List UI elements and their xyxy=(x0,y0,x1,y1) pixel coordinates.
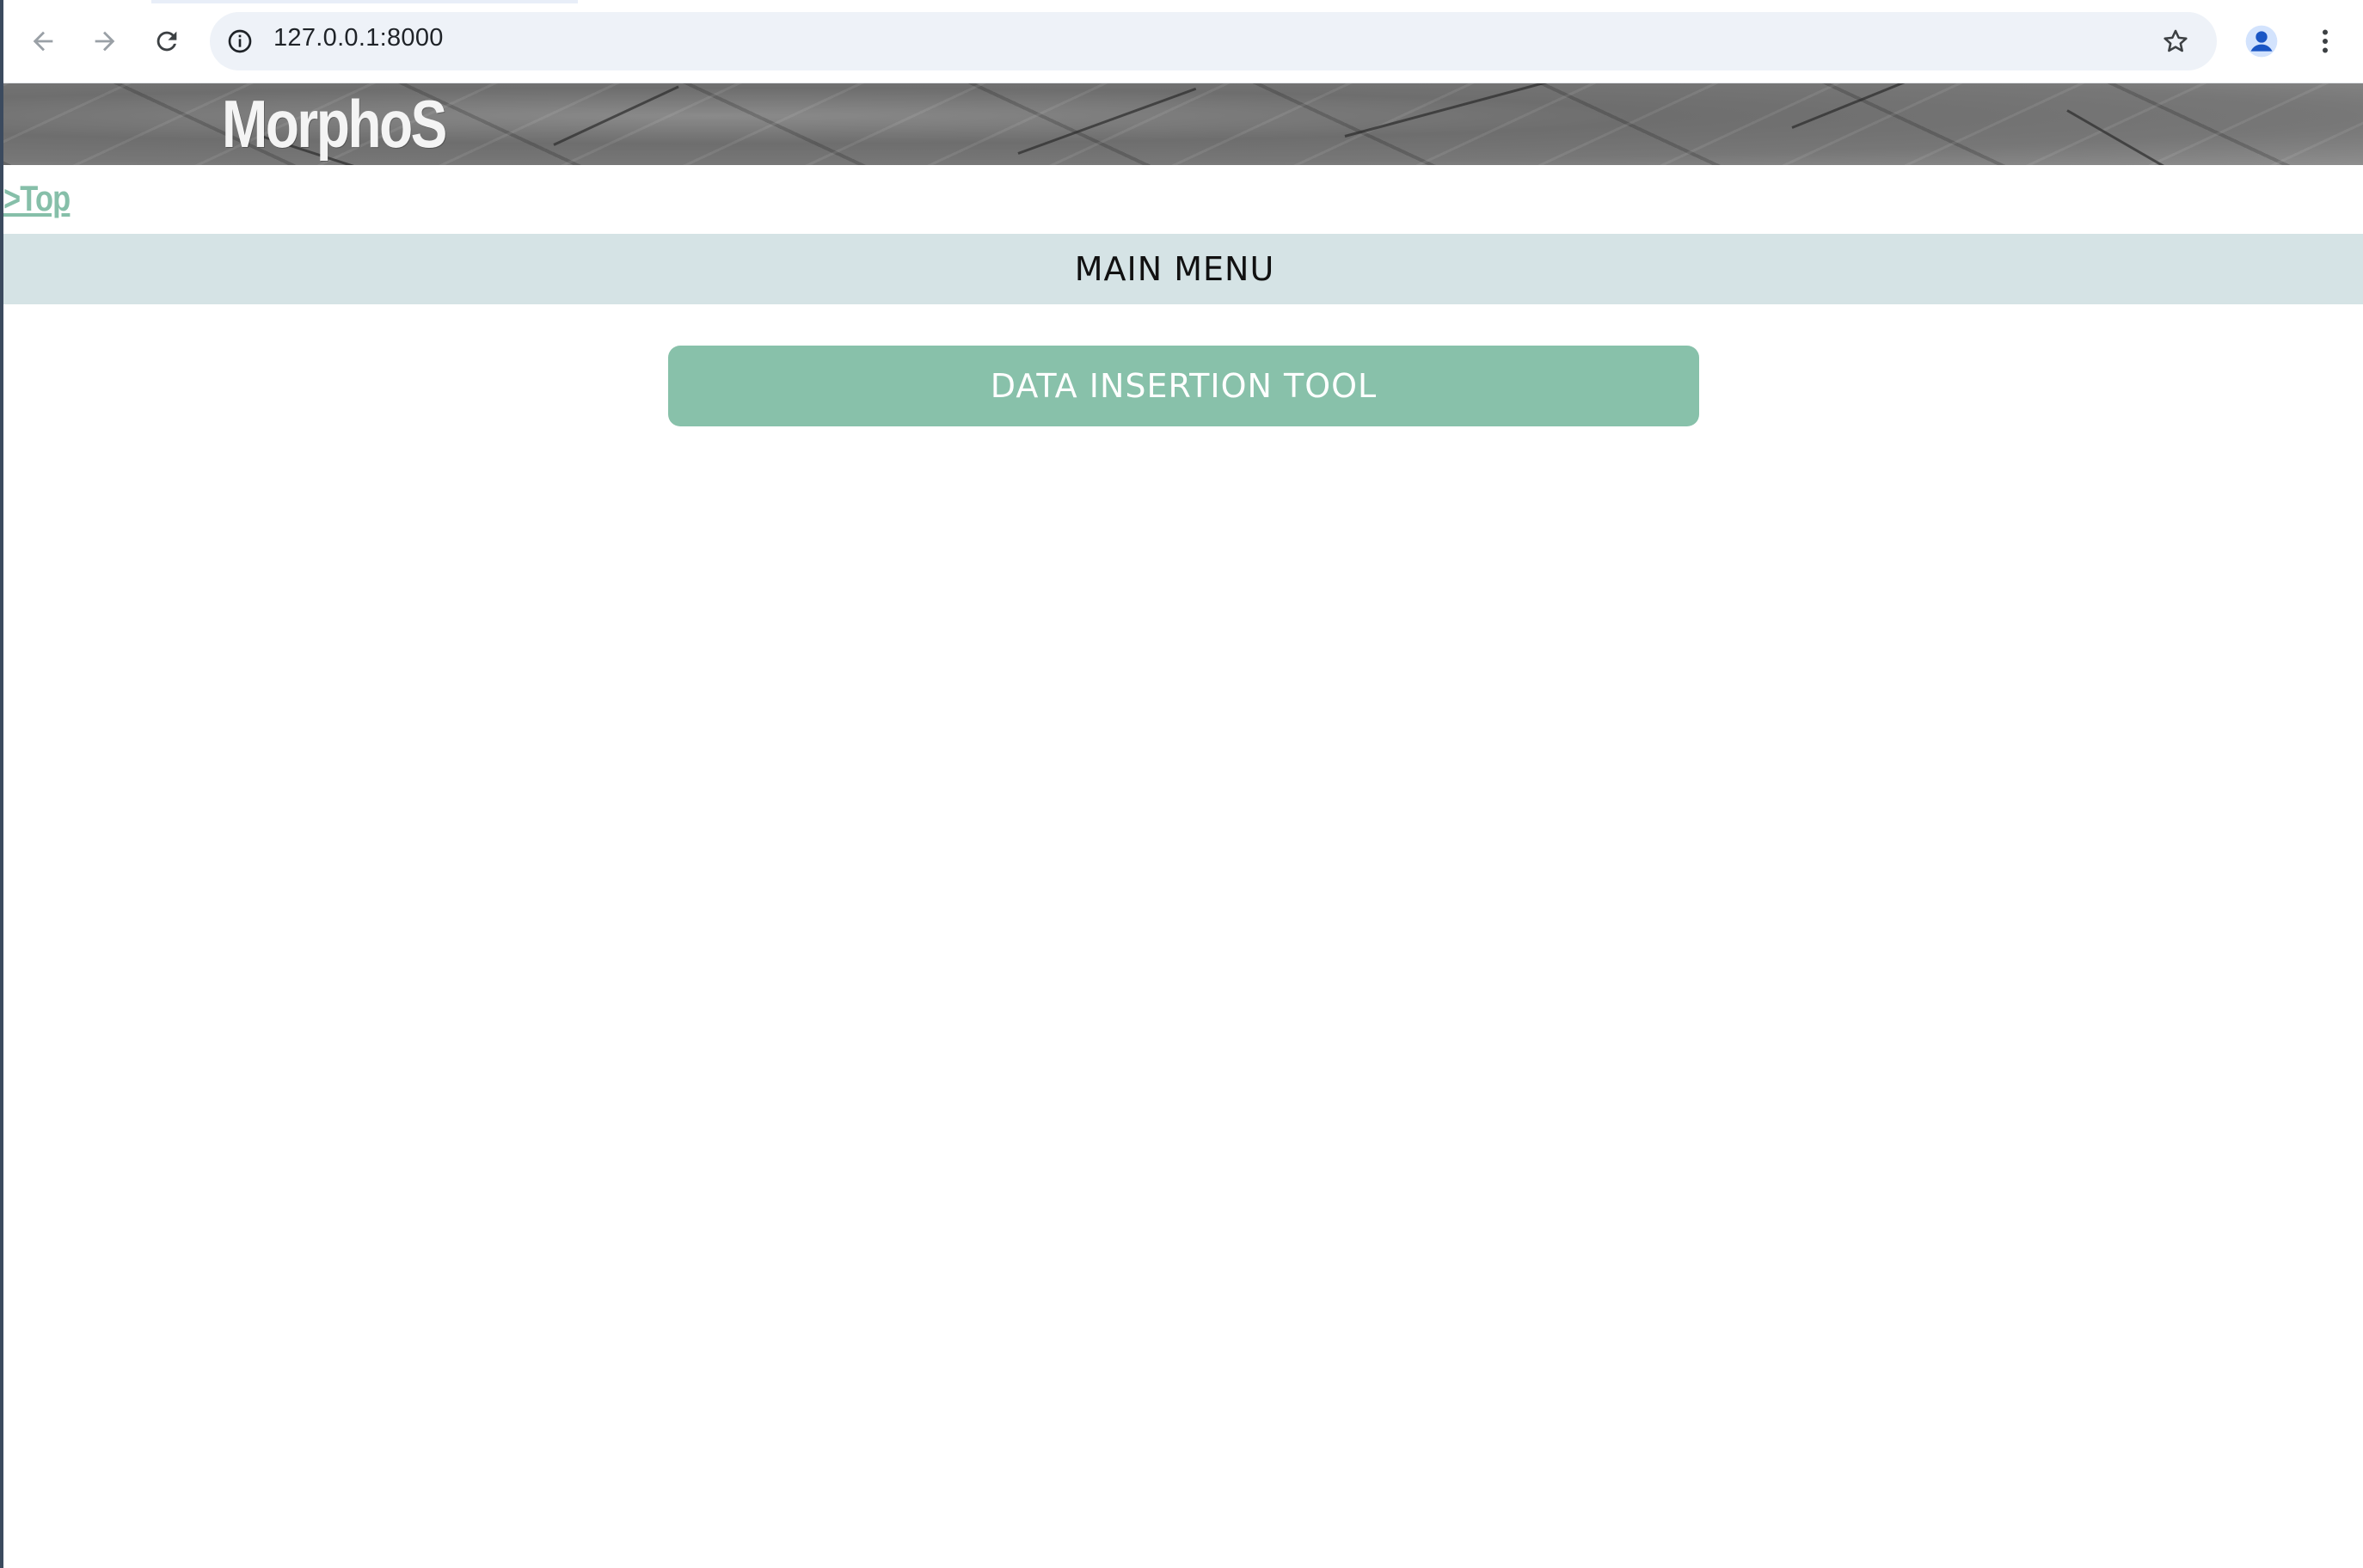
url-text[interactable]: 127.0.0.1:8000 xyxy=(273,24,444,52)
data-insertion-tool-label: DATA INSERTION TOOL xyxy=(990,367,1378,405)
kebab-menu-icon xyxy=(2323,29,2328,53)
reload-button[interactable] xyxy=(143,17,191,65)
site-logo[interactable]: MorphoS xyxy=(222,85,447,162)
reload-icon xyxy=(157,31,177,52)
arrow-left-icon xyxy=(33,31,53,52)
browser-window: 127.0.0.1:8000 MorphoS >Top MAIN MENU DA… xyxy=(3,0,2363,1568)
page-content: MorphoS >Top MAIN MENU DATA INSERTION TO… xyxy=(3,83,2363,1568)
top-link[interactable]: >Top xyxy=(3,178,71,219)
star-icon[interactable] xyxy=(2158,24,2193,58)
browser-menu-button[interactable] xyxy=(2303,19,2348,64)
data-insertion-tool-button[interactable]: DATA INSERTION TOOL xyxy=(668,346,1699,426)
main-menu-header: MAIN MENU xyxy=(3,234,2363,304)
info-icon[interactable] xyxy=(225,27,255,56)
active-tab-indicator xyxy=(151,0,578,3)
profile-button[interactable] xyxy=(2239,19,2284,64)
back-button[interactable] xyxy=(19,17,67,65)
address-bar[interactable]: 127.0.0.1:8000 xyxy=(210,12,2217,70)
page-title: MAIN MENU xyxy=(1074,250,1275,288)
browser-toolbar: 127.0.0.1:8000 xyxy=(3,0,2363,83)
header-banner: MorphoS xyxy=(3,83,2363,165)
profile-icon xyxy=(2245,25,2278,58)
forward-button[interactable] xyxy=(81,17,129,65)
arrow-right-icon xyxy=(95,31,115,52)
